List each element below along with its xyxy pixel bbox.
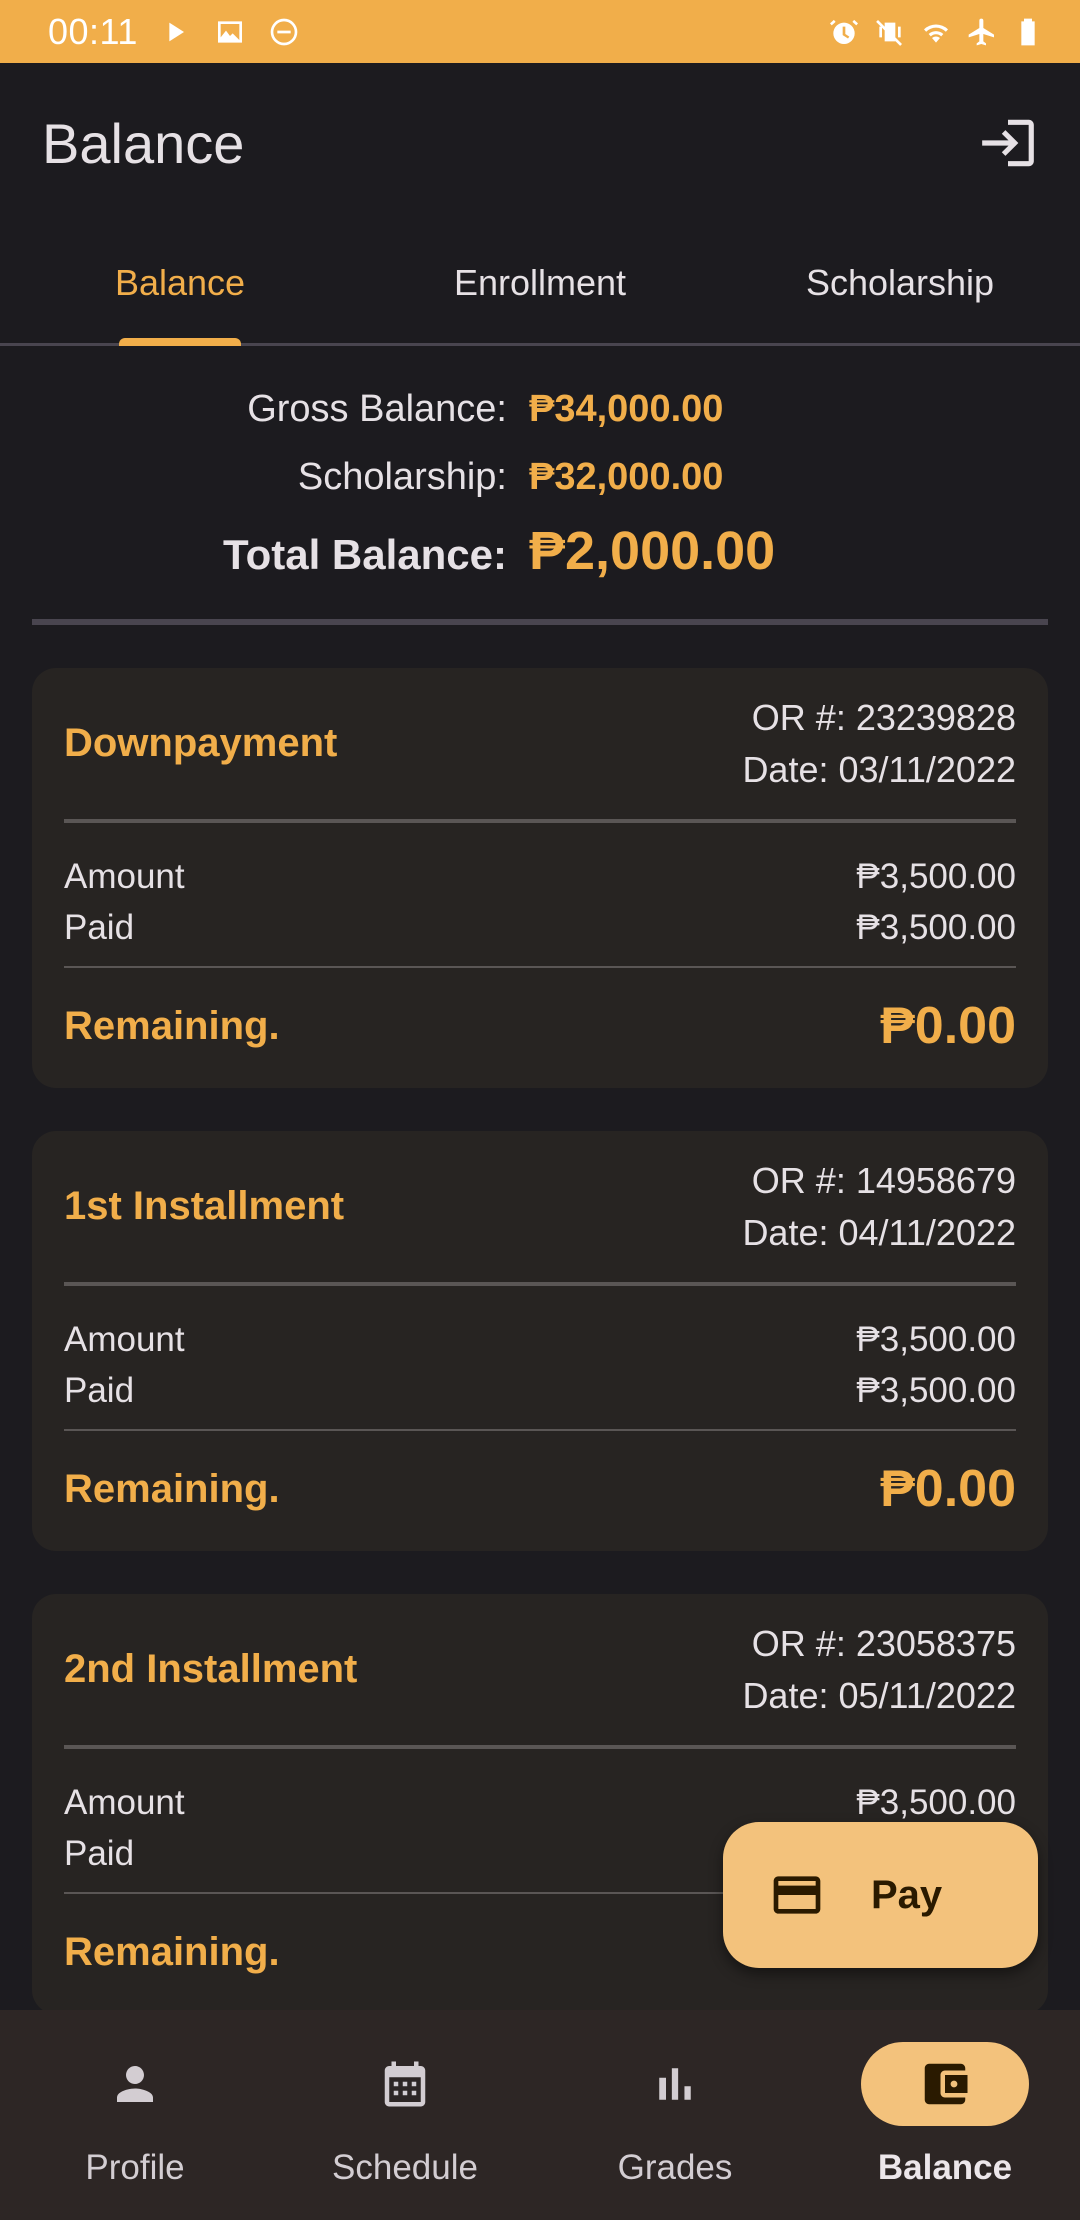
payment-amounts: Amount ₱3,500.00 Paid ₱3,500.00 [64, 827, 1016, 968]
paid-value: ₱3,500.00 [856, 908, 1016, 947]
nav-indicator [591, 2042, 759, 2126]
payment-amounts: Amount ₱3,500.00 Paid ₱3,500.00 [64, 1290, 1016, 1431]
amount-label: Amount [64, 1783, 185, 1822]
vibrate-icon [874, 16, 906, 48]
credit-card-icon [773, 1876, 821, 1914]
payment-title: 1st Installment [64, 1184, 345, 1228]
nav-label: Balance [877, 2148, 1013, 2187]
gross-balance-row: Gross Balance: ₱34,000.00 [32, 388, 1048, 431]
payment-date: Date: 03/11/2022 [742, 748, 1016, 790]
amount-row: Amount ₱3,500.00 [64, 851, 1016, 902]
amount-row: Amount ₱3,500.00 [64, 1314, 1016, 1365]
wallet-icon [924, 2063, 968, 2105]
tab-bar: Balance Enrollment Scholarship [0, 223, 1080, 346]
remaining-label: Remaining. [64, 1003, 280, 1048]
nav-item-grades[interactable]: Grades [540, 2010, 810, 2220]
bottom-navigation: Profile Schedule Grades Balance [0, 2010, 1080, 2220]
play-icon [160, 16, 192, 48]
amount-label: Amount [64, 857, 185, 896]
nav-item-schedule[interactable]: Schedule [270, 2010, 540, 2220]
amount-label: Amount [64, 1320, 185, 1359]
payment-meta: OR #: 23058375 Date: 05/11/2022 [742, 1618, 1016, 1722]
logout-button[interactable] [972, 107, 1044, 179]
app-bar: Balance [0, 63, 1080, 223]
payment-card-header: 1st Installment OR #: 14958679 Date: 04/… [64, 1131, 1016, 1286]
scholarship-label: Scholarship: [297, 456, 507, 498]
nav-label: Grades [617, 2148, 733, 2187]
payment-card-header: 2nd Installment OR #: 23058375 Date: 05/… [64, 1594, 1016, 1749]
status-right [828, 16, 1044, 48]
payment-title: 2nd Installment [64, 1647, 358, 1691]
remaining-row: Remaining. ₱0.00 [64, 970, 1016, 1082]
paid-label: Paid [64, 1834, 135, 1873]
paid-row: Paid ₱3,500.00 [64, 902, 1016, 953]
nav-indicator [51, 2042, 219, 2126]
nav-item-profile[interactable]: Profile [0, 2010, 270, 2220]
remaining-label: Remaining. [64, 1929, 280, 1974]
paid-value: ₱3,500.00 [856, 1371, 1016, 1410]
payment-card-header: Downpayment OR #: 23239828 Date: 03/11/2… [64, 668, 1016, 823]
paid-label: Paid [64, 1371, 135, 1410]
logout-icon [982, 119, 1034, 167]
alarm-icon [828, 16, 860, 48]
payment-meta: OR #: 14958679 Date: 04/11/2022 [742, 1155, 1016, 1259]
person-icon [117, 2066, 153, 2102]
nav-indicator [861, 2042, 1029, 2126]
or-number: OR #: 23058375 [751, 1622, 1016, 1664]
nav-label: Schedule [332, 2148, 478, 2187]
tab-scholarship[interactable]: Scholarship [720, 223, 1080, 343]
status-time: 00:11 [48, 10, 138, 52]
do-not-disturb-icon [268, 16, 300, 48]
payment-title: Downpayment [64, 721, 338, 765]
paid-label: Paid [64, 908, 135, 947]
tab-balance[interactable]: Balance [0, 223, 360, 343]
remaining-value: ₱0.00 [880, 997, 1016, 1055]
page-title: Balance [42, 111, 245, 175]
amount-value: ₱3,500.00 [856, 1320, 1016, 1359]
or-number: OR #: 23239828 [751, 696, 1016, 738]
wifi-icon [920, 16, 952, 48]
battery-icon [1012, 16, 1044, 48]
airplane-icon [966, 16, 998, 48]
payment-date: Date: 05/11/2022 [742, 1674, 1016, 1716]
pay-button[interactable]: Pay [723, 1822, 1038, 1968]
payment-card: 1st Installment OR #: 14958679 Date: 04/… [32, 1131, 1048, 1551]
paid-row: Paid ₱3,500.00 [64, 1365, 1016, 1416]
scholarship-row: Scholarship: ₱32,000.00 [32, 456, 1048, 499]
gross-balance-label: Gross Balance: [247, 388, 507, 430]
pay-button-label: Pay [871, 1872, 943, 1917]
total-balance-value: ₱2,000.00 [529, 521, 776, 581]
nav-item-balance[interactable]: Balance [810, 2010, 1080, 2220]
payment-meta: OR #: 23239828 Date: 03/11/2022 [742, 692, 1016, 796]
status-bar: 00:11 [0, 0, 1080, 63]
payment-card: Downpayment OR #: 23239828 Date: 03/11/2… [32, 668, 1048, 1088]
nav-label: Profile [85, 2148, 185, 2187]
balance-summary: Gross Balance: ₱34,000.00 Scholarship: ₱… [32, 346, 1048, 625]
amount-value: ₱3,500.00 [856, 857, 1016, 896]
total-balance-row: Total Balance: ₱2,000.00 [32, 520, 1048, 582]
remaining-label: Remaining. [64, 1466, 280, 1511]
tab-enrollment[interactable]: Enrollment [360, 223, 720, 343]
or-number: OR #: 14958679 [751, 1159, 1016, 1201]
total-balance-label: Total Balance: [223, 531, 507, 578]
remaining-row: Remaining. ₱0.00 [64, 1433, 1016, 1545]
payment-date: Date: 04/11/2022 [742, 1211, 1016, 1253]
status-left: 00:11 [48, 11, 300, 53]
amount-row: Amount ₱3,500.00 [64, 1777, 1016, 1828]
nav-indicator [321, 2042, 489, 2126]
scholarship-value: ₱32,000.00 [529, 456, 724, 498]
remaining-value: ₱0.00 [880, 1460, 1016, 1518]
gross-balance-value: ₱34,000.00 [529, 388, 724, 430]
bar-chart-icon [659, 2068, 691, 2100]
amount-value: ₱3,500.00 [856, 1783, 1016, 1822]
image-icon [214, 16, 246, 48]
calendar-icon [384, 2061, 426, 2107]
